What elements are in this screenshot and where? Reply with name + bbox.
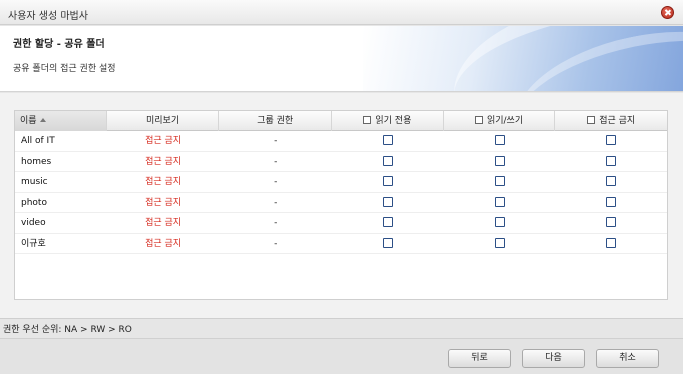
column-header-no-access-label: 접근 금지 (599, 116, 636, 126)
checkbox-cell (555, 172, 667, 192)
read-only-checkbox[interactable] (382, 155, 393, 166)
read-write-checkbox[interactable] (494, 176, 505, 186)
cancel-button[interactable]: 취소 (596, 349, 659, 368)
table-row[interactable]: photo 접근 금지 - (15, 193, 667, 213)
no-access-checkbox[interactable] (606, 196, 617, 207)
read-write-checkbox[interactable] (494, 196, 505, 207)
no-access-checkbox[interactable] (606, 176, 617, 186)
back-button[interactable]: 뒤로 (448, 349, 511, 368)
column-header-read-only[interactable]: 읽기 전용 (332, 111, 444, 131)
checkbox-cell (555, 213, 667, 233)
group-permission: - (274, 177, 278, 187)
checkbox-cell (444, 172, 556, 192)
divider (0, 318, 683, 319)
no-access-checkbox[interactable] (606, 155, 617, 166)
column-header-preview[interactable]: 미리보기 (107, 111, 220, 131)
preview-status: 접근 금지 (145, 238, 182, 249)
preview-status: 접근 금지 (145, 156, 182, 167)
select-all-read-only-checkbox[interactable] (363, 116, 372, 124)
grid-header: 이름 미리보기 그룹 권한 읽기 전용 읽기/쓰기 접근 금지 (15, 111, 667, 131)
read-only-checkbox[interactable] (382, 196, 393, 207)
select-all-read-write-checkbox[interactable] (474, 116, 483, 124)
title-bar: 사용자 생성 마법사 (0, 0, 683, 25)
permissions-grid: 이름 미리보기 그룹 권한 읽기 전용 읽기/쓰기 접근 금지 All of I… (14, 110, 668, 300)
select-all-no-access-checkbox[interactable] (587, 116, 596, 124)
next-button[interactable]: 다음 (522, 349, 585, 368)
read-write-checkbox[interactable] (494, 155, 505, 166)
table-row[interactable]: All of IT 접근 금지 - (15, 131, 667, 152)
step-title: 권한 할당 - 공유 폴더 (13, 39, 105, 50)
wizard-header: 권한 할당 - 공유 폴더 공유 폴더의 접근 권한 설정 (0, 26, 683, 92)
close-icon[interactable] (661, 6, 674, 19)
preview-status: 접근 금지 (145, 218, 182, 228)
group-permission: - (274, 136, 278, 146)
checkbox-cell (332, 234, 444, 254)
sort-ascending-icon (39, 118, 46, 122)
table-row[interactable]: 이규호 접근 금지 - (15, 234, 667, 254)
share-name: music (21, 177, 48, 187)
column-header-read-only-label: 읽기 전용 (375, 116, 412, 126)
checkbox-cell (444, 234, 556, 254)
preview-status: 접근 금지 (145, 136, 182, 146)
button-bar: 뒤로 다음 취소 (0, 338, 683, 374)
column-header-group-permission[interactable]: 그룹 권한 (219, 111, 333, 131)
group-permission: - (274, 197, 278, 208)
checkbox-cell (444, 131, 556, 151)
window-title: 사용자 생성 마법사 (8, 11, 88, 22)
checkbox-cell (332, 152, 444, 172)
group-permission: - (274, 218, 278, 228)
share-name: homes (21, 156, 52, 167)
read-write-checkbox[interactable] (494, 135, 505, 145)
checkbox-cell (444, 193, 556, 213)
no-access-checkbox[interactable] (606, 237, 617, 248)
checkbox-cell (555, 193, 667, 213)
checkbox-cell (332, 131, 444, 151)
read-only-checkbox[interactable] (382, 217, 393, 227)
group-permission: - (274, 238, 278, 249)
permission-priority-text: 권한 우선 순위: NA > RW > RO (3, 325, 132, 335)
group-permission: - (274, 156, 278, 167)
checkbox-cell (444, 213, 556, 233)
share-name: 이규호 (21, 238, 46, 249)
checkbox-cell (555, 131, 667, 151)
column-header-name-label: 이름 (20, 116, 37, 126)
no-access-checkbox[interactable] (606, 217, 617, 227)
column-header-read-write[interactable]: 읽기/쓰기 (444, 111, 556, 131)
table-row[interactable]: homes 접근 금지 - (15, 152, 667, 172)
read-only-checkbox[interactable] (382, 135, 393, 145)
column-header-name[interactable]: 이름 (15, 111, 107, 131)
content-area: 이름 미리보기 그룹 권한 읽기 전용 읽기/쓰기 접근 금지 All of I… (0, 93, 683, 318)
checkbox-cell (332, 172, 444, 192)
column-header-read-write-label: 읽기/쓰기 (486, 116, 524, 126)
read-write-checkbox[interactable] (494, 237, 505, 248)
read-write-checkbox[interactable] (494, 217, 505, 227)
read-only-checkbox[interactable] (382, 237, 393, 248)
share-name: video (21, 218, 46, 228)
table-row[interactable]: video 접근 금지 - (15, 213, 667, 234)
header-banner-graphic (363, 26, 683, 91)
checkbox-cell (555, 152, 667, 172)
column-header-no-access[interactable]: 접근 금지 (555, 111, 667, 131)
read-only-checkbox[interactable] (382, 176, 393, 186)
checkbox-cell (555, 234, 667, 254)
checkbox-cell (332, 213, 444, 233)
table-row[interactable]: music 접근 금지 - (15, 172, 667, 193)
checkbox-cell (444, 152, 556, 172)
checkbox-cell (332, 193, 444, 213)
preview-status: 접근 금지 (145, 197, 182, 208)
step-subtitle: 공유 폴더의 접근 권한 설정 (13, 64, 116, 74)
share-name: photo (21, 197, 47, 208)
no-access-checkbox[interactable] (606, 135, 617, 145)
share-name: All of IT (21, 136, 55, 146)
grid-body: All of IT 접근 금지 - homes 접근 금지 - music 접근 금지 - pho… (15, 131, 667, 254)
preview-status: 접근 금지 (145, 177, 182, 187)
